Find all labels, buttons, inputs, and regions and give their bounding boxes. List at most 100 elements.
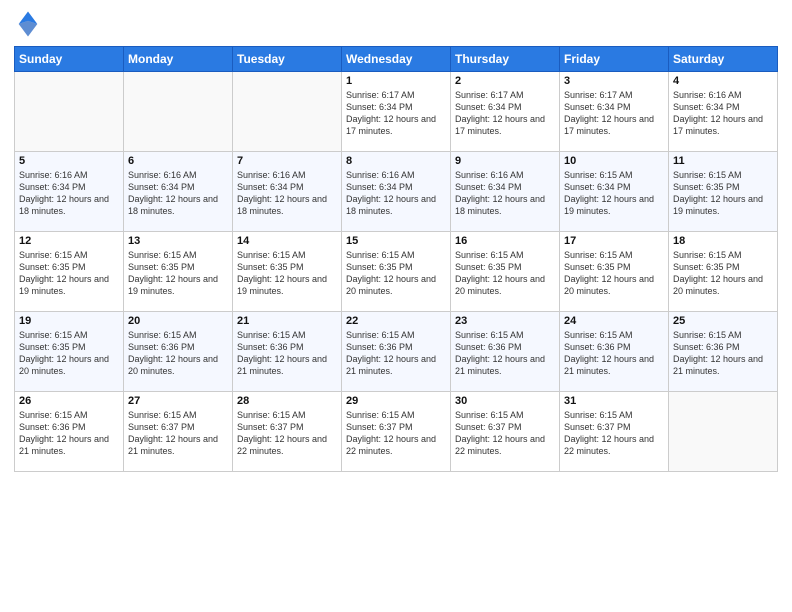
- day-number: 13: [128, 235, 228, 247]
- page: SundayMondayTuesdayWednesdayThursdayFrid…: [0, 0, 792, 612]
- calendar-cell: 22 Sunrise: 6:15 AM Sunset: 6:36 PM Dayli…: [342, 312, 451, 392]
- day-number: 6: [128, 155, 228, 167]
- day-number: 8: [346, 155, 446, 167]
- calendar-cell: 15 Sunrise: 6:15 AM Sunset: 6:35 PM Dayli…: [342, 232, 451, 312]
- col-header-wednesday: Wednesday: [342, 47, 451, 72]
- col-header-monday: Monday: [124, 47, 233, 72]
- day-number: 11: [673, 155, 773, 167]
- calendar-cell: 11Sunrise: 6:15 AM Sunset: 6:35 PM Dayli…: [669, 152, 778, 232]
- calendar-header-row: SundayMondayTuesdayWednesdayThursdayFrid…: [15, 47, 778, 72]
- day-info: Sunrise: 6:15 AM Sunset: 6:36 PM Dayligh…: [19, 409, 119, 458]
- calendar-cell: 3 Sunrise: 6:17 AM Sunset: 6:34 PM Daylig…: [560, 72, 669, 152]
- day-number: 19: [19, 315, 119, 327]
- day-info: Sunrise: 6:15 AM Sunset: 6:35 PM Dayligh…: [564, 249, 664, 298]
- calendar-cell: 16 Sunrise: 6:15 AM Sunset: 6:35 PM Dayli…: [451, 232, 560, 312]
- calendar-cell: 14 Sunrise: 6:15 AM Sunset: 6:35 PM Dayli…: [233, 232, 342, 312]
- day-number: 30: [455, 395, 555, 407]
- day-info: Sunrise: 6:17 AM Sunset: 6:34 PM Dayligh…: [346, 89, 446, 138]
- calendar-cell: [124, 72, 233, 152]
- calendar-body: 1 Sunrise: 6:17 AM Sunset: 6:34 PM Daylig…: [15, 72, 778, 472]
- calendar-week-2: 5 Sunrise: 6:16 AM Sunset: 6:34 PM Daylig…: [15, 152, 778, 232]
- col-header-tuesday: Tuesday: [233, 47, 342, 72]
- day-number: 15: [346, 235, 446, 247]
- calendar-cell: 30 Sunrise: 6:15 AM Sunset: 6:37 PM Dayli…: [451, 392, 560, 472]
- calendar-cell: 7Sunrise: 6:16 AM Sunset: 6:34 PM Daylig…: [233, 152, 342, 232]
- calendar-cell: 2 Sunrise: 6:17 AM Sunset: 6:34 PM Daylig…: [451, 72, 560, 152]
- day-number: 28: [237, 395, 337, 407]
- day-info: Sunrise: 6:15 AM Sunset: 6:35 PM Dayligh…: [128, 249, 228, 298]
- day-info: Sunrise: 6:16 AM Sunset: 6:34 PM Dayligh…: [128, 169, 228, 218]
- day-number: 26: [19, 395, 119, 407]
- calendar-cell: 21 Sunrise: 6:15 AM Sunset: 6:36 PM Dayli…: [233, 312, 342, 392]
- day-info: Sunrise: 6:15 AM Sunset: 6:35 PM Dayligh…: [19, 249, 119, 298]
- calendar-cell: 6 Sunrise: 6:16 AM Sunset: 6:34 PM Daylig…: [124, 152, 233, 232]
- calendar-cell: 27Sunrise: 6:15 AM Sunset: 6:37 PM Dayli…: [124, 392, 233, 472]
- day-number: 22: [346, 315, 446, 327]
- day-number: 29: [346, 395, 446, 407]
- day-number: 31: [564, 395, 664, 407]
- day-info: Sunrise: 6:15 AM Sunset: 6:36 PM Dayligh…: [673, 329, 773, 378]
- calendar-cell: 25 Sunrise: 6:15 AM Sunset: 6:36 PM Dayli…: [669, 312, 778, 392]
- calendar-week-1: 1 Sunrise: 6:17 AM Sunset: 6:34 PM Daylig…: [15, 72, 778, 152]
- calendar-cell: [15, 72, 124, 152]
- day-number: 2: [455, 75, 555, 87]
- day-number: 1: [346, 75, 446, 87]
- day-info: Sunrise: 6:15 AM Sunset: 6:37 PM Dayligh…: [346, 409, 446, 458]
- col-header-friday: Friday: [560, 47, 669, 72]
- calendar-cell: 8 Sunrise: 6:16 AM Sunset: 6:34 PM Daylig…: [342, 152, 451, 232]
- logo: [14, 10, 44, 38]
- day-info: Sunrise: 6:15 AM Sunset: 6:35 PM Dayligh…: [455, 249, 555, 298]
- day-number: 18: [673, 235, 773, 247]
- day-number: 5: [19, 155, 119, 167]
- day-info: Sunrise: 6:15 AM Sunset: 6:36 PM Dayligh…: [128, 329, 228, 378]
- day-info: Sunrise: 6:15 AM Sunset: 6:36 PM Dayligh…: [455, 329, 555, 378]
- calendar-cell: 1 Sunrise: 6:17 AM Sunset: 6:34 PM Daylig…: [342, 72, 451, 152]
- calendar-cell: 9Sunrise: 6:16 AM Sunset: 6:34 PM Daylig…: [451, 152, 560, 232]
- calendar-cell: 26 Sunrise: 6:15 AM Sunset: 6:36 PM Dayli…: [15, 392, 124, 472]
- calendar-week-5: 26 Sunrise: 6:15 AM Sunset: 6:36 PM Dayli…: [15, 392, 778, 472]
- day-info: Sunrise: 6:17 AM Sunset: 6:34 PM Dayligh…: [455, 89, 555, 138]
- day-info: Sunrise: 6:17 AM Sunset: 6:34 PM Dayligh…: [564, 89, 664, 138]
- calendar-cell: 29 Sunrise: 6:15 AM Sunset: 6:37 PM Dayli…: [342, 392, 451, 472]
- day-info: Sunrise: 6:15 AM Sunset: 6:37 PM Dayligh…: [237, 409, 337, 458]
- calendar-week-3: 12Sunrise: 6:15 AM Sunset: 6:35 PM Dayli…: [15, 232, 778, 312]
- day-info: Sunrise: 6:16 AM Sunset: 6:34 PM Dayligh…: [346, 169, 446, 218]
- calendar-cell: 5Sunrise: 6:16 AM Sunset: 6:34 PM Daylig…: [15, 152, 124, 232]
- calendar-cell: 18 Sunrise: 6:15 AM Sunset: 6:35 PM Dayli…: [669, 232, 778, 312]
- day-number: 3: [564, 75, 664, 87]
- day-number: 25: [673, 315, 773, 327]
- day-number: 20: [128, 315, 228, 327]
- calendar-cell: 17 Sunrise: 6:15 AM Sunset: 6:35 PM Dayli…: [560, 232, 669, 312]
- day-info: Sunrise: 6:15 AM Sunset: 6:37 PM Dayligh…: [564, 409, 664, 458]
- calendar-cell: 10 Sunrise: 6:15 AM Sunset: 6:34 PM Dayli…: [560, 152, 669, 232]
- day-number: 10: [564, 155, 664, 167]
- day-info: Sunrise: 6:16 AM Sunset: 6:34 PM Dayligh…: [673, 89, 773, 138]
- day-info: Sunrise: 6:15 AM Sunset: 6:34 PM Dayligh…: [564, 169, 664, 218]
- calendar-cell: 13 Sunrise: 6:15 AM Sunset: 6:35 PM Dayli…: [124, 232, 233, 312]
- col-header-sunday: Sunday: [15, 47, 124, 72]
- day-number: 7: [237, 155, 337, 167]
- day-info: Sunrise: 6:15 AM Sunset: 6:35 PM Dayligh…: [673, 249, 773, 298]
- day-number: 21: [237, 315, 337, 327]
- calendar-cell: 12Sunrise: 6:15 AM Sunset: 6:35 PM Dayli…: [15, 232, 124, 312]
- day-info: Sunrise: 6:15 AM Sunset: 6:36 PM Dayligh…: [237, 329, 337, 378]
- day-info: Sunrise: 6:15 AM Sunset: 6:35 PM Dayligh…: [237, 249, 337, 298]
- calendar-cell: 19 Sunrise: 6:15 AM Sunset: 6:35 PM Dayli…: [15, 312, 124, 392]
- day-info: Sunrise: 6:15 AM Sunset: 6:35 PM Dayligh…: [346, 249, 446, 298]
- calendar-table: SundayMondayTuesdayWednesdayThursdayFrid…: [14, 46, 778, 472]
- day-info: Sunrise: 6:15 AM Sunset: 6:37 PM Dayligh…: [455, 409, 555, 458]
- day-info: Sunrise: 6:15 AM Sunset: 6:35 PM Dayligh…: [19, 329, 119, 378]
- day-info: Sunrise: 6:15 AM Sunset: 6:36 PM Dayligh…: [346, 329, 446, 378]
- logo-icon: [14, 10, 42, 38]
- day-number: 16: [455, 235, 555, 247]
- col-header-saturday: Saturday: [669, 47, 778, 72]
- calendar-cell: 23Sunrise: 6:15 AM Sunset: 6:36 PM Dayli…: [451, 312, 560, 392]
- day-info: Sunrise: 6:16 AM Sunset: 6:34 PM Dayligh…: [455, 169, 555, 218]
- day-number: 17: [564, 235, 664, 247]
- day-number: 14: [237, 235, 337, 247]
- calendar-cell: 31 Sunrise: 6:15 AM Sunset: 6:37 PM Dayli…: [560, 392, 669, 472]
- calendar-week-4: 19 Sunrise: 6:15 AM Sunset: 6:35 PM Dayli…: [15, 312, 778, 392]
- day-info: Sunrise: 6:15 AM Sunset: 6:36 PM Dayligh…: [564, 329, 664, 378]
- header: [14, 10, 778, 38]
- day-number: 27: [128, 395, 228, 407]
